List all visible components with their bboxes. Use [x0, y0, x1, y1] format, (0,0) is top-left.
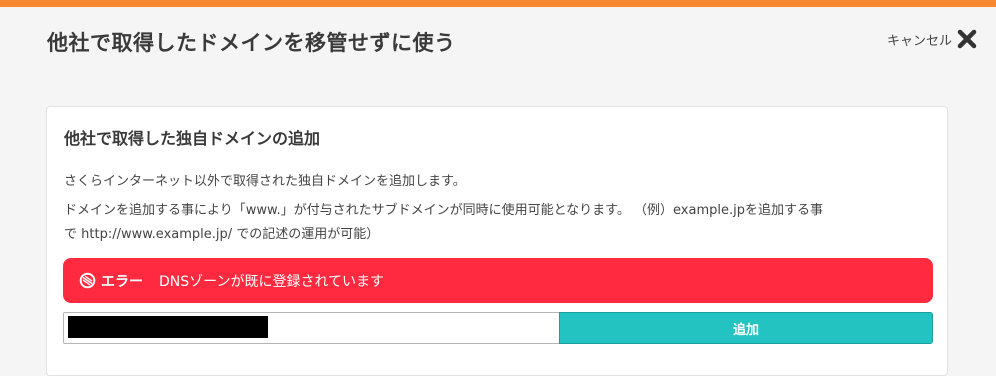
add-domain-panel: 他社で取得した独自ドメインの追加 さくらインターネット以外で取得された独自ドメイ…	[46, 106, 948, 376]
description-line-2: ドメインを追加する事により「www.」が付与されたサブドメインが同時に使用可能と…	[64, 203, 823, 218]
description-line-3: で http://www.example.jp/ での記述の運用が可能）	[64, 227, 380, 242]
top-accent-bar	[0, 0, 996, 7]
alert-message: DNSゾーンが既に登録されています	[159, 273, 385, 290]
ban-icon	[79, 272, 96, 289]
add-button[interactable]: 追加	[559, 312, 933, 344]
page-title: 他社で取得したドメインを移管せずに使う	[47, 31, 456, 55]
cancel-label: キャンセル	[886, 33, 952, 49]
redacted-domain-value	[68, 316, 268, 338]
alert-label: エラー	[101, 273, 143, 290]
cancel-button[interactable]: キャンセル	[887, 28, 978, 50]
description-line-1: さくらインターネット以外で取得された独自ドメインを追加します。	[64, 174, 466, 189]
error-alert: エラー DNSゾーンが既に登録されています	[63, 258, 933, 303]
section-title: 他社で取得した独自ドメインの追加	[64, 129, 321, 148]
close-icon[interactable]	[956, 28, 978, 50]
